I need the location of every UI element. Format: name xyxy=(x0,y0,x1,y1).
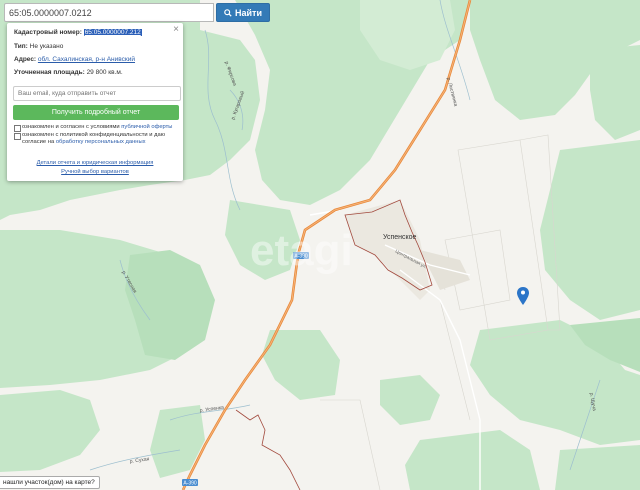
type-label: Тип: xyxy=(14,43,28,50)
found-on-map-button[interactable]: нашли участок(дом) на карте? xyxy=(0,476,100,489)
get-report-button[interactable]: Получить подробный отчет xyxy=(13,105,179,120)
type-value: Не указано xyxy=(29,43,64,50)
offer-link[interactable]: публичной оферты xyxy=(121,124,172,130)
search-input[interactable] xyxy=(4,3,214,22)
area-value: 29 800 кв.м. xyxy=(86,69,123,76)
details-link[interactable]: Детали отчета и юридическая информация xyxy=(7,160,183,166)
consent-checkbox-offer[interactable] xyxy=(14,125,21,132)
email-field[interactable] xyxy=(13,86,181,101)
info-panel: × Кадастровый номер: 65:05.0000007.212 Т… xyxy=(7,23,183,181)
watermark: etagi xyxy=(250,226,353,275)
area-row: Уточненная площадь: 29 800 кв.м. xyxy=(14,69,123,76)
consent-text: ознакомлен и согласен с условиями xyxy=(22,124,120,130)
privacy-link[interactable]: обработку персональных данных xyxy=(56,139,146,145)
area-label: Уточненная площадь: xyxy=(14,69,85,76)
cadastral-value[interactable]: 65:05.0000007.212 xyxy=(83,29,142,36)
type-row: Тип: Не указано xyxy=(14,43,63,50)
manual-selection-link[interactable]: Ручной выбор вариантов xyxy=(7,169,183,175)
search-button-label: Найти xyxy=(235,7,262,18)
svg-text:А-390: А-390 xyxy=(183,481,197,487)
search-bar: Найти xyxy=(4,3,270,22)
consent-text-privacy: ознакомлен с политикой конфиденциальност… xyxy=(22,132,180,146)
cadastral-label: Кадастровый номер: xyxy=(14,29,82,36)
address-row: Адрес: обл. Сахалинская, р-н Анивский xyxy=(14,56,135,63)
cadastral-row: Кадастровый номер: 65:05.0000007.212 xyxy=(14,29,142,36)
settlement-label: Успенское xyxy=(383,234,417,241)
close-icon[interactable]: × xyxy=(173,25,179,35)
search-button[interactable]: Найти xyxy=(216,3,270,22)
address-label: Адрес: xyxy=(14,56,37,63)
road-shield-2: А-390 xyxy=(182,479,198,487)
consent-checkbox-privacy[interactable] xyxy=(14,133,21,140)
consent-text-offer: ознакомлен и согласен с условиями публич… xyxy=(22,124,180,131)
search-icon xyxy=(224,8,232,17)
address-value[interactable]: обл. Сахалинская, р-н Анивский xyxy=(38,56,135,63)
